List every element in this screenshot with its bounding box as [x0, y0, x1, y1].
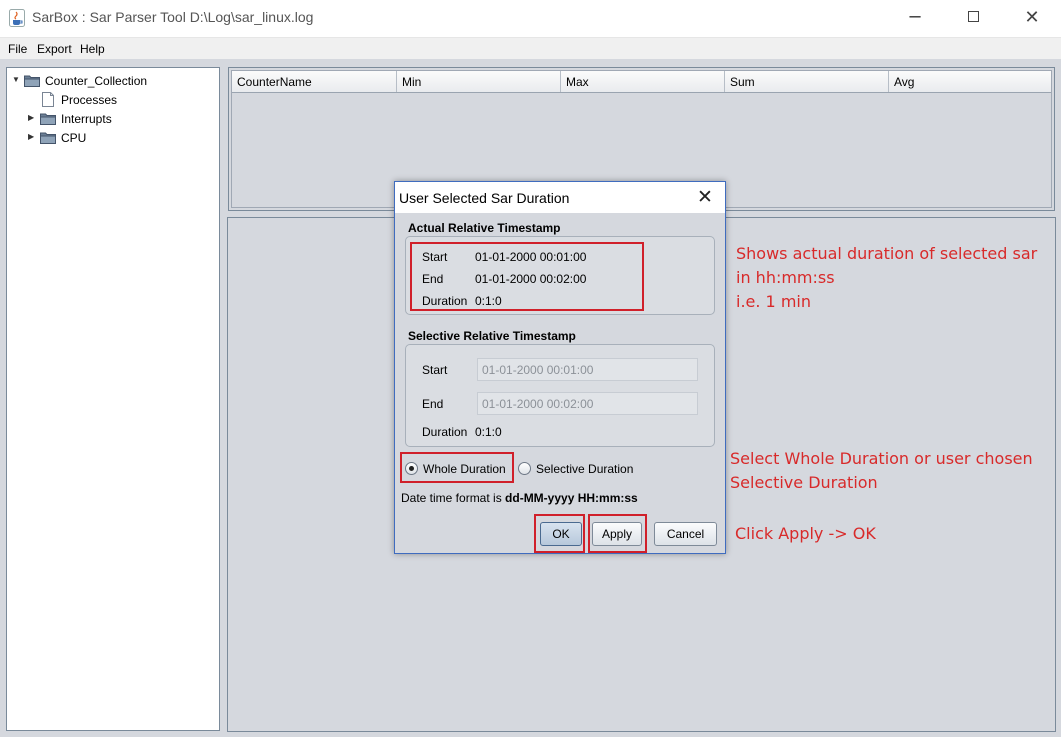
- annotation-line: in hh:mm:ss: [736, 268, 835, 287]
- title-bar: SarBox : Sar Parser Tool D:\Log\sar_linu…: [0, 0, 1061, 37]
- selective-end-label: End: [422, 397, 444, 411]
- menu-file[interactable]: File: [8, 42, 27, 56]
- selective-timestamp-heading: Selective Relative Timestamp: [408, 329, 576, 343]
- tree-node-cpu[interactable]: ▶ CPU: [11, 129, 211, 147]
- tree-label: Interrupts: [61, 112, 112, 126]
- expanded-toggle-icon[interactable]: ▼: [12, 75, 20, 85]
- whole-duration-radio[interactable]: [405, 462, 418, 475]
- folder-icon: [40, 113, 56, 125]
- tree-label: CPU: [61, 131, 87, 145]
- annotation-select-duration: Select Whole Duration or user chosen Sel…: [730, 447, 1033, 495]
- annotation-click-apply: Click Apply -> OK: [735, 524, 876, 543]
- actual-end-label: End: [422, 272, 444, 286]
- maximize-button[interactable]: [958, 6, 988, 30]
- tree-label: Processes: [61, 93, 118, 107]
- annotation-line: Select Whole Duration or user chosen: [730, 449, 1033, 468]
- maximize-icon: [967, 11, 979, 22]
- column-header-sum[interactable]: Sum: [725, 71, 889, 92]
- collapsed-toggle-icon[interactable]: ▶: [28, 113, 36, 123]
- annotation-line: Shows actual duration of selected sar: [736, 244, 1038, 263]
- tree-label: Counter_Collection: [45, 74, 148, 88]
- menu-export[interactable]: Export: [37, 42, 72, 56]
- actual-start-value: 01-01-2000 00:01:00: [475, 250, 587, 264]
- tree-node-counter-collection[interactable]: ▼ Counter_Collection: [11, 72, 211, 90]
- counter-tree: ▼ Counter_Collection Processes ▶ Interru…: [6, 67, 220, 731]
- actual-start-label: Start: [422, 250, 448, 264]
- column-header-countername[interactable]: CounterName: [232, 71, 397, 92]
- selective-start-input[interactable]: 01-01-2000 00:01:00: [477, 358, 698, 381]
- selective-end-input[interactable]: 01-01-2000 00:02:00: [477, 392, 698, 415]
- column-header-min[interactable]: Min: [397, 71, 561, 92]
- dialog-title-bar: User Selected Sar Duration ✕: [395, 182, 725, 213]
- folder-icon: [24, 75, 40, 87]
- tree-node-processes[interactable]: Processes: [11, 91, 211, 109]
- selective-start-label: Start: [422, 363, 448, 377]
- apply-button[interactable]: Apply: [592, 522, 642, 546]
- annotation-line: Selective Duration: [730, 473, 878, 492]
- selective-duration-value: 0:1:0: [475, 425, 502, 439]
- minimize-button[interactable]: ─: [900, 6, 930, 30]
- actual-timestamp-group: Start 01-01-2000 00:01:00 End 01-01-2000…: [405, 236, 715, 315]
- close-window-button[interactable]: ✕: [1017, 6, 1047, 30]
- menu-bar: File Export Help: [0, 37, 1061, 59]
- selective-duration-label: Duration: [422, 425, 468, 439]
- java-cup-icon: [9, 9, 25, 27]
- dialog-close-button[interactable]: ✕: [693, 185, 717, 209]
- date-format-hint: Date time format is dd-MM-yyyy HH:mm:ss: [401, 491, 638, 505]
- date-format-prefix: Date time format is: [401, 491, 506, 505]
- window-title: SarBox : Sar Parser Tool D:\Log\sar_linu…: [32, 9, 314, 25]
- cancel-button[interactable]: Cancel: [654, 522, 717, 546]
- collapsed-toggle-icon[interactable]: ▶: [28, 132, 36, 142]
- ok-button[interactable]: OK: [540, 522, 582, 546]
- table-header: CounterName Min Max Sum Avg: [232, 71, 1051, 93]
- actual-duration-value: 0:1:0: [475, 294, 502, 308]
- actual-duration-label: Duration: [422, 294, 468, 308]
- actual-timestamp-heading: Actual Relative Timestamp: [408, 221, 561, 235]
- annotation-line: i.e. 1 min: [736, 292, 811, 311]
- whole-duration-label[interactable]: Whole Duration: [423, 462, 506, 476]
- menu-help[interactable]: Help: [80, 42, 105, 56]
- selective-duration-radio[interactable]: [518, 462, 531, 475]
- column-header-avg[interactable]: Avg: [889, 71, 1053, 92]
- column-header-max[interactable]: Max: [561, 71, 725, 92]
- document-icon: [42, 92, 54, 107]
- dialog-title: User Selected Sar Duration: [399, 190, 570, 206]
- tree-node-interrupts[interactable]: ▶ Interrupts: [11, 110, 211, 128]
- annotation-actual-duration: Shows actual duration of selected sar in…: [736, 242, 1037, 314]
- selective-duration-label[interactable]: Selective Duration: [536, 462, 633, 476]
- folder-icon: [40, 132, 56, 144]
- sar-duration-dialog: User Selected Sar Duration ✕ Actual Rela…: [394, 181, 726, 554]
- date-format-value: dd-MM-yyyy HH:mm:ss: [505, 491, 638, 505]
- actual-end-value: 01-01-2000 00:02:00: [475, 272, 587, 286]
- selective-timestamp-group: Start 01-01-2000 00:01:00 End 01-01-2000…: [405, 344, 715, 447]
